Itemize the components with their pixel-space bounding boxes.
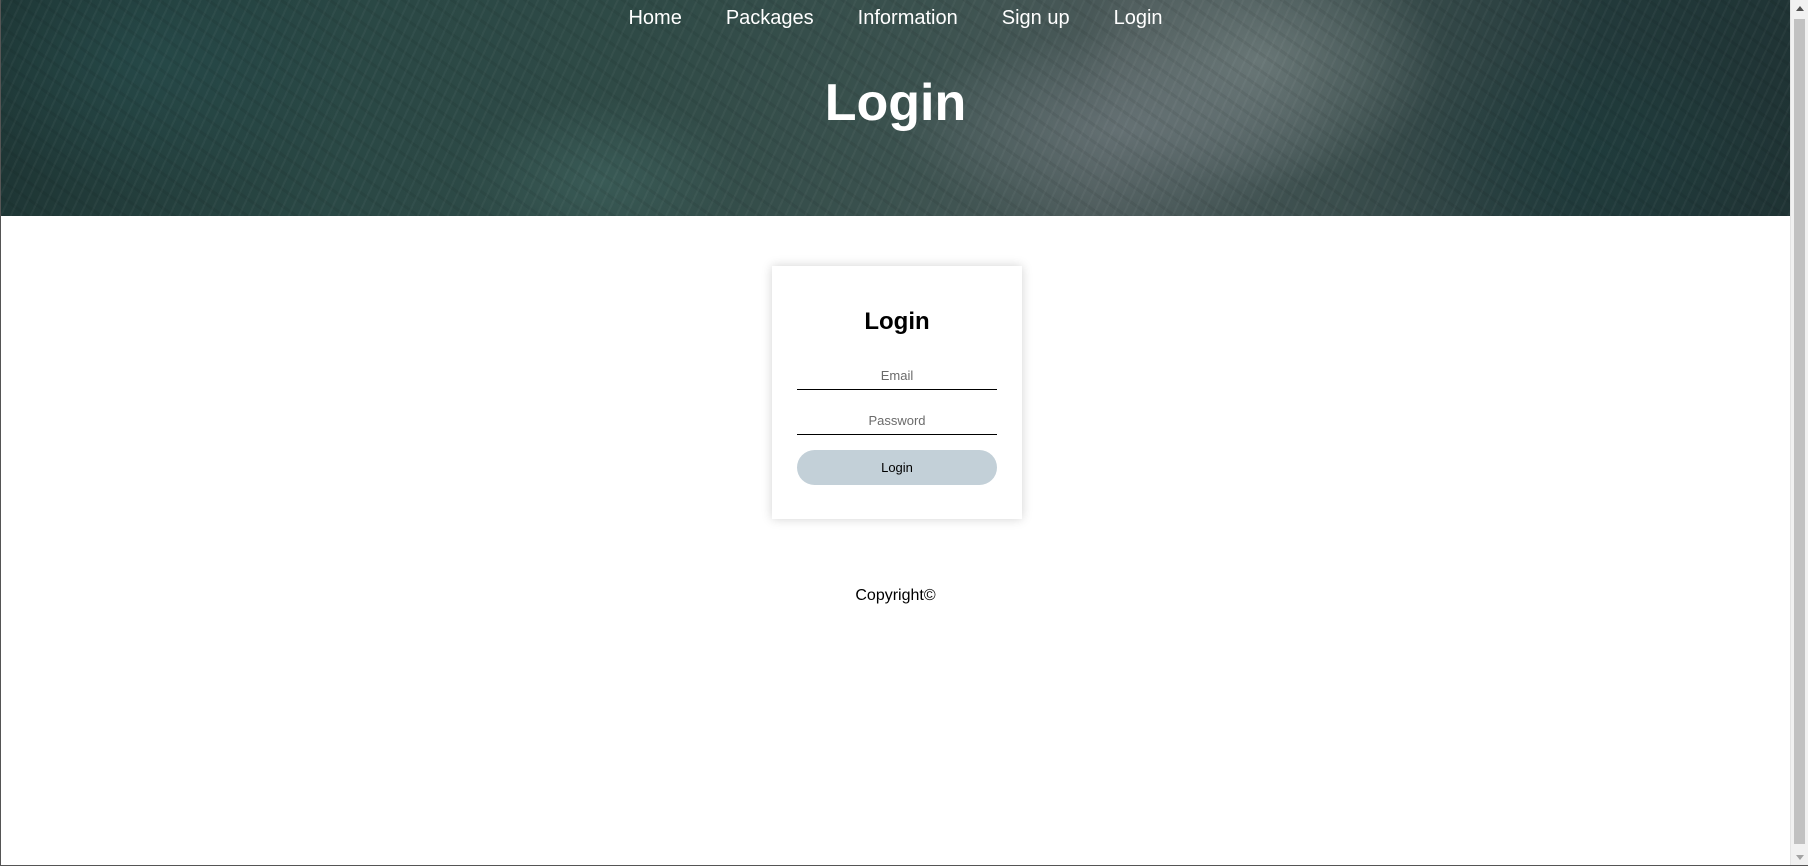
nav-item-information[interactable]: Information (858, 6, 958, 30)
vertical-scrollbar[interactable] (1790, 0, 1808, 865)
scroll-up-arrow-icon[interactable] (1791, 0, 1808, 17)
login-form-title: Login (864, 308, 930, 335)
main-nav: Home Packages Information Sign up Login (1, 6, 1790, 30)
scroll-down-arrow-icon[interactable] (1791, 849, 1808, 865)
hero-banner: Home Packages Information Sign up Login … (1, 0, 1790, 216)
nav-item-login[interactable]: Login (1114, 6, 1163, 30)
page-title: Login (824, 74, 967, 132)
scrollbar-thumb[interactable] (1794, 19, 1805, 844)
login-form-card: Login Login (772, 266, 1022, 519)
page: Home Packages Information Sign up Login … (0, 0, 1808, 866)
nav-item-home[interactable]: Home (628, 6, 681, 30)
password-field[interactable] (797, 406, 997, 435)
email-field[interactable] (797, 361, 997, 390)
copyright-text: Copyright© (855, 587, 936, 604)
nav-item-sign-up[interactable]: Sign up (1002, 6, 1070, 30)
nav-item-packages[interactable]: Packages (726, 6, 814, 30)
login-button[interactable]: Login (797, 450, 997, 485)
footer: Copyright© (1, 587, 1790, 605)
